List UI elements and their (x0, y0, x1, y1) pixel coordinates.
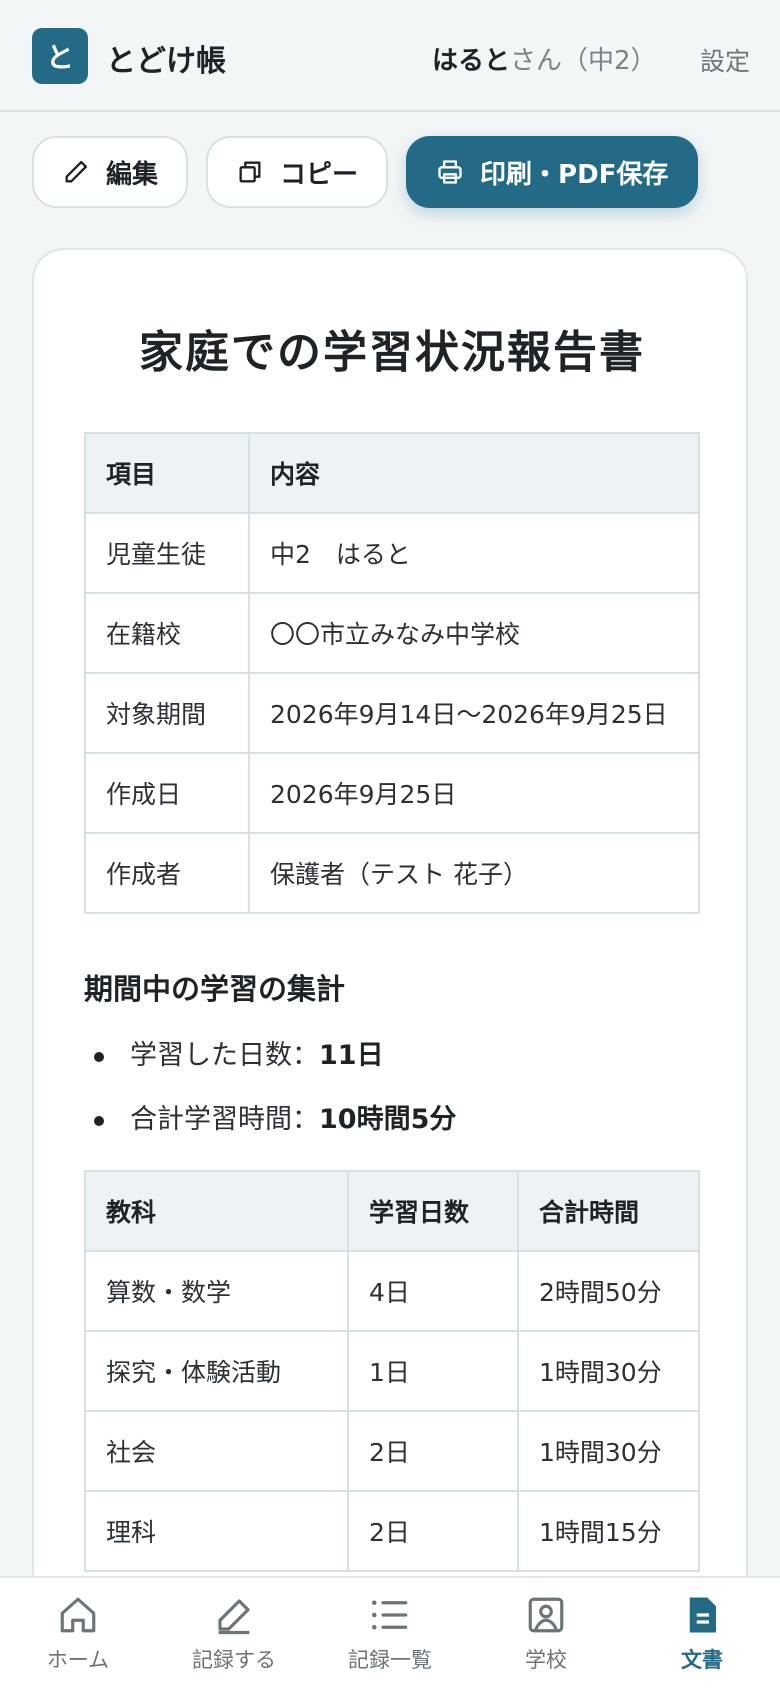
summary-list: 学習した日数：11日 合計学習時間：10時間5分 (84, 1024, 456, 1152)
row-label: 作成日 (84, 752, 250, 834)
table-row: 在籍校 〇〇市立みなみ中学校 (84, 592, 700, 674)
bottom-nav: ホーム 記録する 記録一覧 学校 文書 (0, 1576, 780, 1688)
document-icon (689, 1597, 716, 1633)
column-header: 内容 (248, 432, 700, 514)
copy-icon (239, 161, 261, 183)
document-card: 家庭での学習状況報告書 項目 内容 児童生徒 中2 はると 在籍校 〇〇市立みな… (32, 248, 748, 1688)
table-row: 児童生徒 中2 はると (84, 512, 700, 594)
subject-name: 理科 (84, 1490, 349, 1572)
subject-table: 教科 学習日数 合計時間 算数・数学 4日 2時間50分 探究・体験活動 1日 … (84, 1170, 700, 1572)
subject-name: 探究・体験活動 (84, 1330, 349, 1412)
row-value: 2026年9月25日 (248, 752, 700, 834)
nav-item-documents[interactable]: 文書 (624, 1578, 780, 1688)
table-header-row: 項目 内容 (84, 432, 700, 514)
document-title: 家庭での学習状況報告書 (139, 327, 645, 378)
subject-days: 4日 (347, 1250, 519, 1332)
row-value: 中2 はると (248, 512, 700, 594)
table-row: 探究・体験活動 1日 1時間30分 (84, 1330, 700, 1412)
table-row: 作成者 保護者（テスト 花子） (84, 832, 700, 914)
subject-time: 1時間15分 (517, 1490, 700, 1572)
summary-value: 10時間5分 (319, 1104, 457, 1135)
printer-icon (438, 160, 462, 184)
home-icon (60, 1597, 96, 1633)
summary-item-total-time: 合計学習時間：10時間5分 (84, 1088, 456, 1152)
table-header-row: 教科 学習日数 合計時間 (84, 1170, 700, 1252)
summary-item-days: 学習した日数：11日 (84, 1024, 456, 1088)
subject-time: 2時間50分 (517, 1250, 700, 1332)
summary-value: 11日 (319, 1040, 384, 1071)
pencil-icon (218, 1599, 250, 1635)
subject-time: 1時間30分 (517, 1330, 700, 1412)
row-label: 対象期間 (84, 672, 250, 754)
document-toolbar: 編集 コピー 印刷・PDF保存 (32, 136, 699, 208)
app-header: と とどけ帳 はるとさん（中2） 設定 (0, 0, 780, 112)
pencil-icon (65, 160, 88, 183)
subject-days: 1日 (347, 1330, 519, 1412)
summary-label: 学習した日数： (130, 1040, 319, 1071)
print-pdf-button-label: 印刷・PDF保存 (480, 159, 669, 190)
column-header: 学習日数 (347, 1170, 519, 1252)
copy-button-label: コピー (280, 159, 359, 190)
subject-name: 社会 (84, 1410, 349, 1492)
user-name: はると (432, 46, 511, 76)
edit-button-label: 編集 (106, 159, 159, 190)
row-label: 作成者 (84, 832, 250, 914)
app-logo[interactable]: と (32, 28, 88, 84)
subject-days: 2日 (347, 1410, 519, 1492)
table-row: 算数・数学 4日 2時間50分 (84, 1250, 700, 1332)
subject-time: 1時間30分 (517, 1410, 700, 1492)
table-row: 理科 2日 1時間15分 (84, 1490, 700, 1572)
table-row: 対象期間 2026年9月14日〜2026年9月25日 (84, 672, 700, 754)
nav-label: 文書 (681, 1648, 723, 1672)
settings-link[interactable]: 設定 (700, 42, 750, 78)
list-icon (371, 1600, 408, 1630)
app-name: とどけ帳 (106, 44, 226, 79)
edit-button[interactable]: 編集 (32, 136, 189, 208)
nav-label: 記録する (192, 1648, 276, 1672)
subject-name: 算数・数学 (84, 1250, 349, 1332)
summary-label: 合計学習時間： (130, 1104, 319, 1135)
column-header: 合計時間 (517, 1170, 700, 1252)
nav-item-home[interactable]: ホーム (0, 1578, 156, 1688)
nav-item-record[interactable]: 記録する (156, 1578, 312, 1688)
nav-item-record-list[interactable]: 記録一覧 (312, 1578, 468, 1688)
row-label: 児童生徒 (84, 512, 250, 594)
table-row: 社会 2日 1時間30分 (84, 1410, 700, 1492)
nav-label: 学校 (525, 1648, 567, 1672)
school-icon (528, 1597, 564, 1633)
nav-label: 記録一覧 (348, 1648, 432, 1672)
nav-item-school[interactable]: 学校 (468, 1578, 624, 1688)
print-pdf-button[interactable]: 印刷・PDF保存 (406, 136, 699, 208)
row-value: 保護者（テスト 花子） (248, 832, 700, 914)
user-grade: さん（中2） (510, 46, 657, 76)
nav-label: ホーム (46, 1648, 110, 1672)
row-label: 在籍校 (84, 592, 250, 674)
column-header: 教科 (84, 1170, 349, 1252)
current-user[interactable]: はるとさん（中2） (432, 40, 657, 77)
row-value: 〇〇市立みなみ中学校 (248, 592, 700, 674)
row-value: 2026年9月14日〜2026年9月25日 (248, 672, 700, 754)
summary-heading: 期間中の学習の集計 (84, 972, 346, 1006)
info-table: 項目 内容 児童生徒 中2 はると 在籍校 〇〇市立みなみ中学校 対象期間 20… (84, 432, 700, 914)
subject-days: 2日 (347, 1490, 519, 1572)
column-header: 項目 (84, 432, 250, 514)
copy-button[interactable]: コピー (206, 136, 389, 208)
table-row: 作成日 2026年9月25日 (84, 752, 700, 834)
